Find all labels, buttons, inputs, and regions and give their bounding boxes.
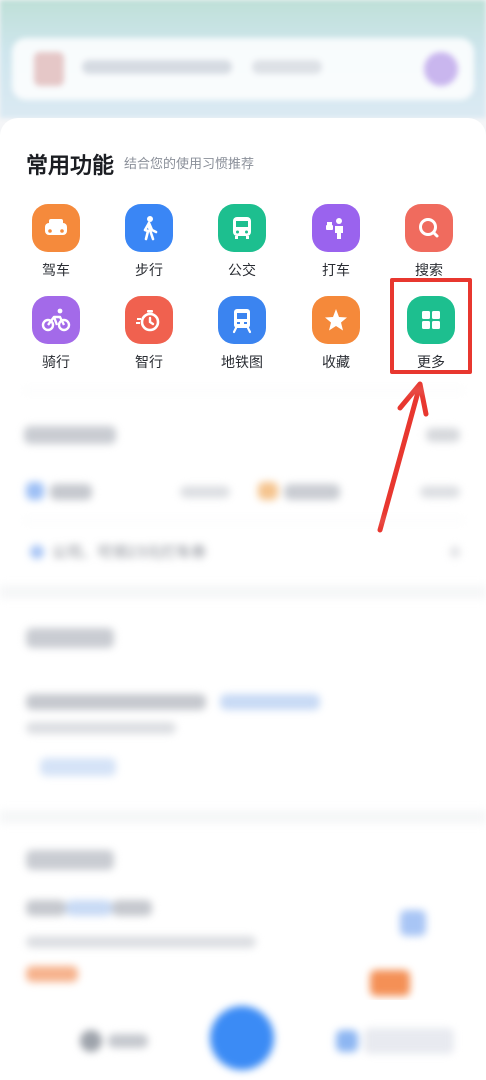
function-favorites[interactable]: 收藏 <box>301 296 371 376</box>
function-label: 骑行 <box>42 355 70 371</box>
function-label: 步行 <box>135 263 163 279</box>
function-label: 搜索 <box>415 263 443 279</box>
function-label: 打车 <box>322 263 350 279</box>
function-bus[interactable]: 公交 <box>207 204 277 284</box>
app-logo <box>34 52 64 86</box>
promo-text: 公司、可领23元打车券 <box>52 543 207 561</box>
section-title: 常用功能 <box>26 154 115 179</box>
search-bar[interactable] <box>12 38 474 100</box>
function-label: 地铁图 <box>221 355 263 371</box>
function-search[interactable]: 搜索 <box>394 204 464 284</box>
nav-item-left[interactable] <box>80 1028 150 1052</box>
section-subtitle: 结合您的使用习惯推荐 <box>124 157 255 172</box>
voice-icon[interactable] <box>424 52 458 86</box>
bus-icon <box>218 204 266 252</box>
taxi-person-icon <box>312 204 360 252</box>
function-label: 收藏 <box>322 355 350 371</box>
function-cycle[interactable]: 骑行 <box>21 296 91 376</box>
function-smart-travel[interactable]: 智行 <box>114 296 184 376</box>
function-label: 公交 <box>228 263 256 279</box>
function-subway-map[interactable]: 地铁图 <box>207 296 277 376</box>
nav-center-button[interactable] <box>210 1006 274 1070</box>
car-icon <box>32 204 80 252</box>
function-label: 智行 <box>135 355 163 371</box>
search-placeholder <box>82 60 232 74</box>
bottom-navigation <box>0 1000 486 1080</box>
function-drive[interactable]: 驾车 <box>21 204 91 284</box>
timer-icon <box>125 296 173 344</box>
search-placeholder-secondary <box>252 60 322 74</box>
nav-item-right[interactable] <box>336 1028 456 1054</box>
star-icon <box>312 296 360 344</box>
search-icon <box>405 204 453 252</box>
subway-icon <box>218 296 266 344</box>
bicycle-icon <box>32 296 80 344</box>
blurred-content: 公司、可领23元打车券 <box>0 380 486 1000</box>
highlight-box <box>390 278 472 374</box>
function-label: 驾车 <box>42 263 70 279</box>
walking-person-icon <box>125 204 173 252</box>
function-taxi[interactable]: 打车 <box>301 204 371 284</box>
function-walk[interactable]: 步行 <box>114 204 184 284</box>
